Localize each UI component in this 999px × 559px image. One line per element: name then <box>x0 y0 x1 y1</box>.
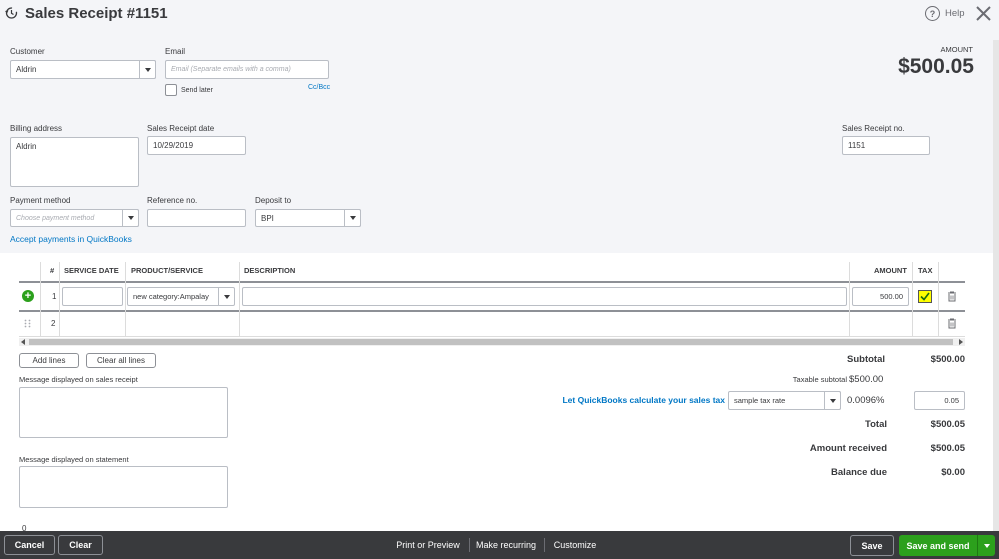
sales-tax-link[interactable]: Let QuickBooks calculate your sales tax <box>562 395 725 405</box>
payment-method-label: Payment method <box>10 196 71 205</box>
amount-value: 500.00 <box>880 292 903 301</box>
email-placeholder: Email (Separate emails with a comma) <box>171 66 291 73</box>
chevron-down-icon[interactable] <box>139 60 156 79</box>
chevron-down-icon[interactable] <box>218 288 234 305</box>
chevron-down-icon[interactable] <box>122 209 139 227</box>
balance-due-value: $0.00 <box>941 467 965 478</box>
tax-rate-select[interactable]: sample tax rate <box>728 391 841 410</box>
deposit-to-value: BPI <box>261 213 274 223</box>
balance-due-label: Balance due <box>831 467 887 478</box>
receipt-no-value: 1151 <box>848 141 866 150</box>
payment-method-select[interactable]: Choose payment method <box>10 209 139 227</box>
deposit-to-select[interactable]: BPI <box>255 209 361 227</box>
tax-amount-value: 0.05 <box>944 396 959 405</box>
save-options-dropdown[interactable] <box>977 535 995 556</box>
service-date-input[interactable] <box>62 287 123 306</box>
statement-message-label: Message displayed on statement <box>19 455 129 464</box>
help-button[interactable]: ? Help <box>925 6 965 21</box>
save-and-send-label: Save and send <box>906 540 970 551</box>
clear-lines-button[interactable]: Clear all lines <box>86 353 156 368</box>
reference-field[interactable] <box>147 209 246 227</box>
billing-address-field[interactable]: Aldrin <box>10 137 139 187</box>
scroll-left-icon[interactable] <box>21 339 25 345</box>
product-value: new category:Ampalay <box>133 292 209 301</box>
save-and-send-button[interactable]: Save and send <box>899 535 995 556</box>
receipt-message-label: Message displayed on sales receipt <box>19 375 138 384</box>
tax-checkbox[interactable] <box>918 290 932 303</box>
chevron-down-icon[interactable] <box>824 391 841 410</box>
payment-method-placeholder: Choose payment method <box>16 214 95 222</box>
customer-select[interactable]: Aldrin <box>10 60 156 79</box>
email-field[interactable]: Email (Separate emails with a comma) <box>165 60 329 79</box>
receipt-date-value: 10/29/2019 <box>153 141 194 150</box>
chevron-down-icon[interactable] <box>344 209 361 227</box>
table-row <box>19 312 965 336</box>
help-icon: ? <box>925 6 940 21</box>
trash-icon[interactable] <box>947 318 957 329</box>
page-title: Sales Receipt #1151 <box>25 5 168 22</box>
chevron-down-icon <box>983 543 990 548</box>
drag-handle-icon[interactable] <box>24 319 31 328</box>
reference-label: Reference no. <box>147 196 198 205</box>
receipt-message-field[interactable] <box>19 387 228 438</box>
amount-received-value: $500.05 <box>930 443 965 454</box>
close-icon[interactable] <box>975 5 992 22</box>
cancel-button[interactable]: Cancel <box>4 535 55 555</box>
horizontal-scrollbar[interactable] <box>19 338 965 346</box>
receipt-no-field[interactable]: 1151 <box>842 136 930 155</box>
amount-value: $500.05 <box>898 55 974 78</box>
customer-label: Customer <box>10 47 45 56</box>
history-icon[interactable] <box>4 6 18 20</box>
trash-icon[interactable] <box>947 291 957 302</box>
taxable-subtotal-value: $500.00 <box>849 374 884 385</box>
total-label: Total <box>865 419 887 430</box>
deposit-to-label: Deposit to <box>255 196 292 205</box>
amount-received-label: Amount received <box>809 443 887 454</box>
total-value: $500.05 <box>930 419 965 430</box>
scrollbar-thumb[interactable] <box>29 339 953 345</box>
send-later-label: Send later <box>181 87 213 94</box>
tax-percent: 0.0096% <box>847 395 885 406</box>
receipt-date-field[interactable]: 10/29/2019 <box>147 136 246 155</box>
tax-rate-value: sample tax rate <box>734 396 786 405</box>
customer-value: Aldrin <box>16 65 37 74</box>
print-preview-button[interactable]: Print or Preview <box>392 535 464 555</box>
col-product: PRODUCT/SERVICE <box>131 266 203 275</box>
check-icon <box>920 292 930 301</box>
col-num: # <box>50 266 55 275</box>
description-input[interactable] <box>242 287 847 306</box>
col-service-date: SERVICE DATE <box>64 266 119 275</box>
cc-bcc-link[interactable]: Cc/Bcc <box>308 84 330 91</box>
make-recurring-button[interactable]: Make recurring <box>474 535 538 555</box>
save-button[interactable]: Save <box>850 535 894 556</box>
add-line-icon[interactable]: + <box>22 290 34 302</box>
row-number: 1 <box>52 292 57 301</box>
add-lines-button[interactable]: Add lines <box>19 353 79 368</box>
page-scrollbar[interactable] <box>993 40 999 531</box>
statement-message-field[interactable] <box>19 466 228 508</box>
clear-button[interactable]: Clear <box>58 535 103 555</box>
receipt-date-label: Sales Receipt date <box>147 124 215 133</box>
receipt-no-label: Sales Receipt no. <box>842 124 905 133</box>
subtotal-label: Subtotal <box>847 354 885 365</box>
amount-input[interactable]: 500.00 <box>852 287 909 306</box>
product-select[interactable]: new category:Ampalay <box>127 287 235 306</box>
subtotal-value: $500.00 <box>930 354 965 365</box>
help-label: Help <box>945 8 965 19</box>
taxable-subtotal-label: Taxable subtotal <box>792 375 847 384</box>
col-description: DESCRIPTION <box>244 266 296 275</box>
amount-label: AMOUNT <box>940 45 974 54</box>
col-tax: TAX <box>918 266 933 275</box>
email-label: Email <box>165 47 186 56</box>
accept-payments-link[interactable]: Accept payments in QuickBooks <box>10 234 132 244</box>
row-number: 2 <box>51 319 56 328</box>
send-later-checkbox[interactable] <box>165 84 177 96</box>
tax-amount-input[interactable]: 0.05 <box>914 391 965 410</box>
scroll-right-icon[interactable] <box>959 339 963 345</box>
col-amount: AMOUNT <box>874 266 907 275</box>
billing-address-label: Billing address <box>10 124 63 133</box>
customize-button[interactable]: Customize <box>551 535 599 555</box>
billing-address-value: Aldrin <box>16 142 37 151</box>
